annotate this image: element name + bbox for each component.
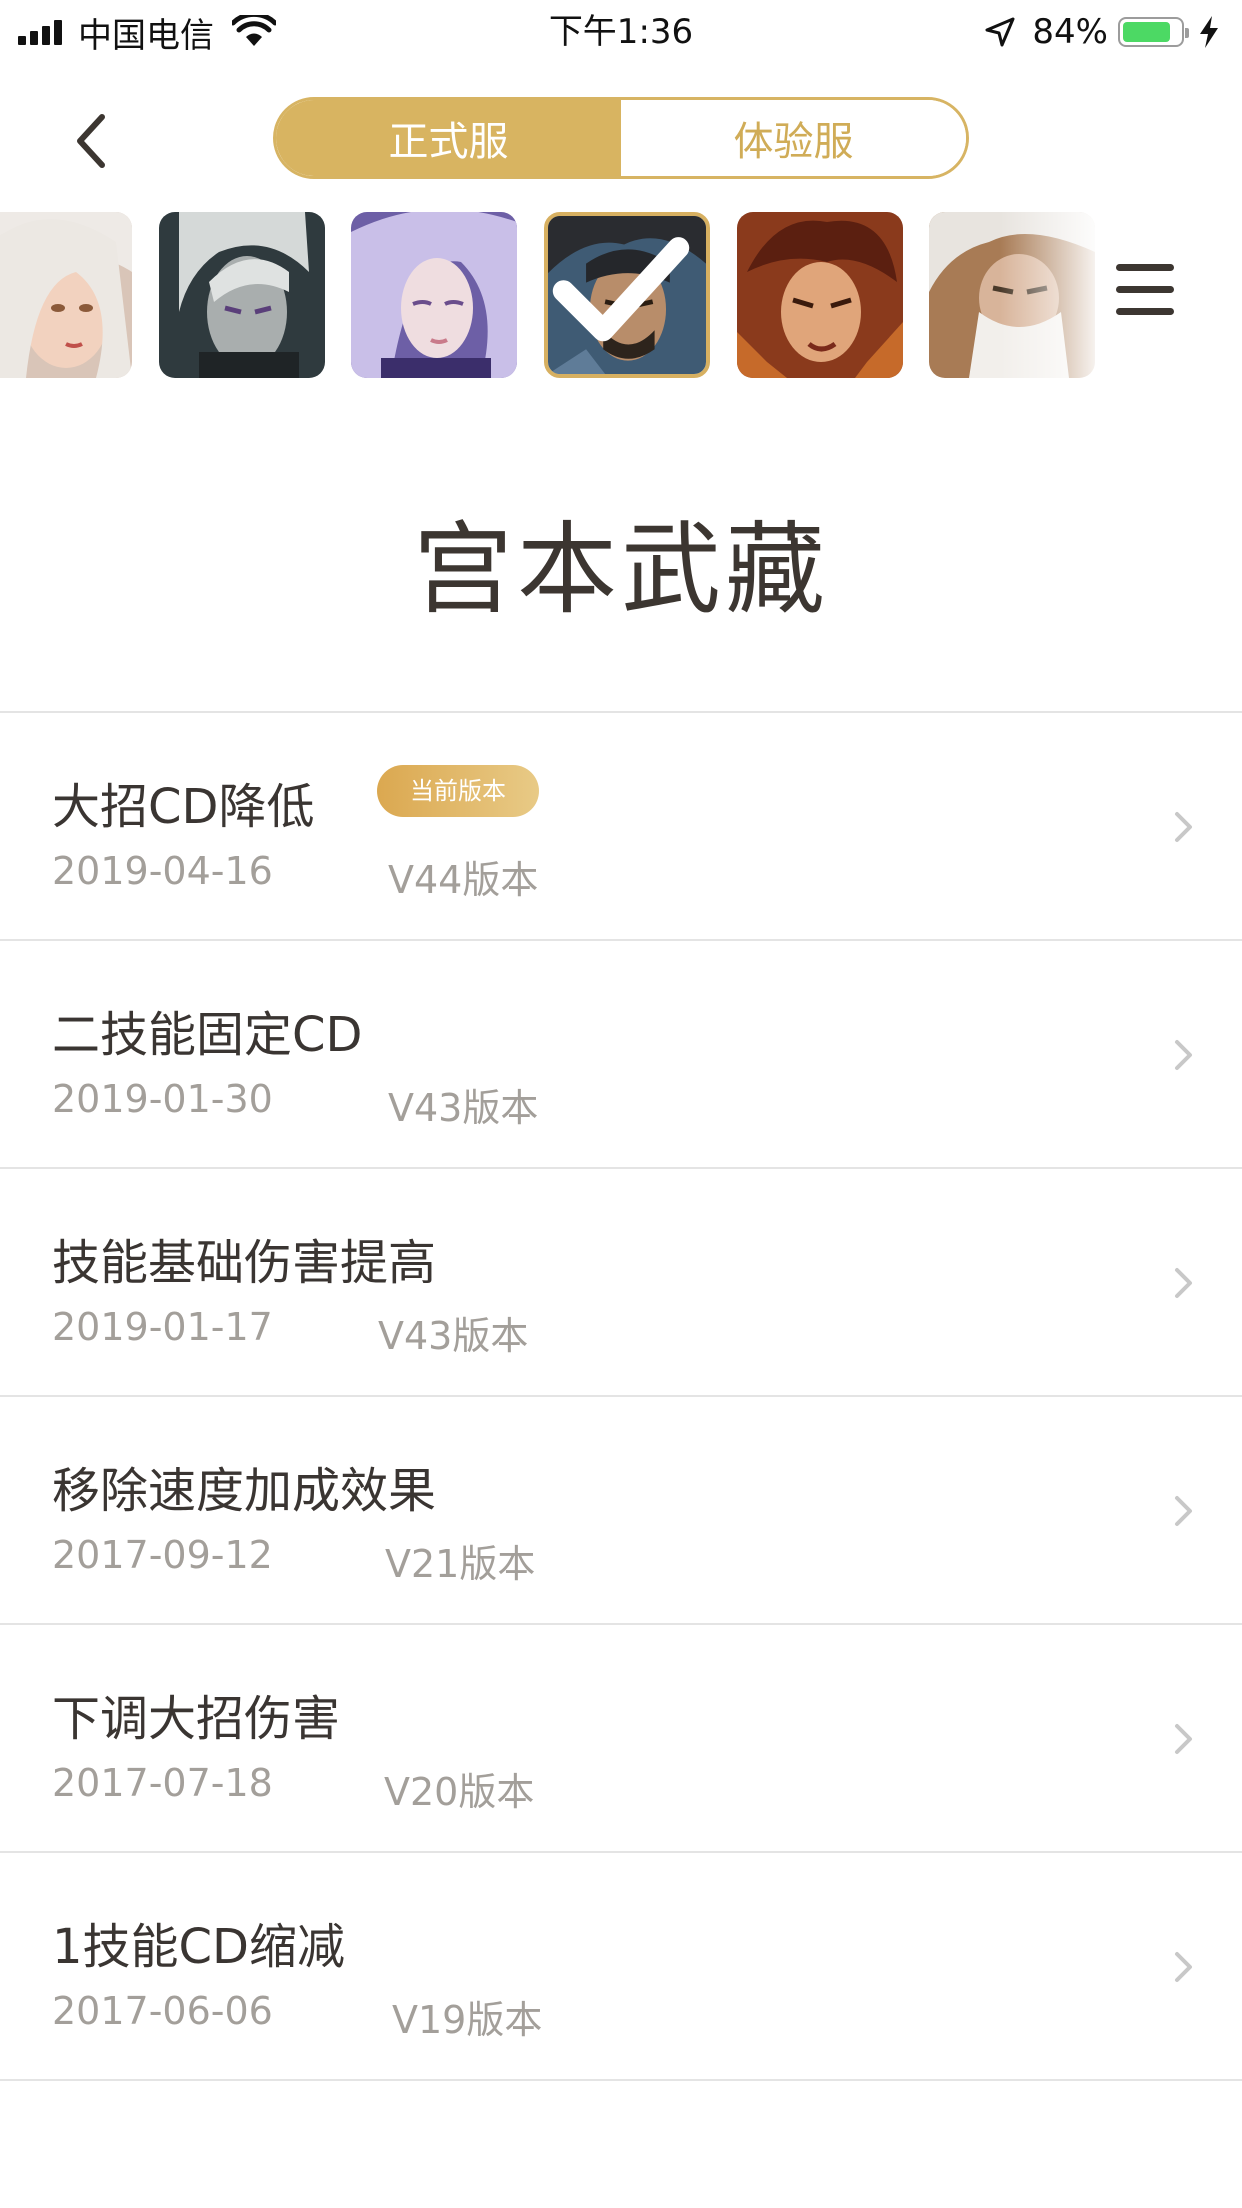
tab-official-server[interactable]: 正式服 <box>276 100 621 176</box>
hero-portrait <box>351 212 517 378</box>
hero-avatar[interactable] <box>929 212 1095 378</box>
hero-avatar[interactable] <box>0 212 132 378</box>
change-title: 技能基础伤害提高 <box>52 1235 437 1291</box>
chevron-right-icon <box>1175 1724 1192 1754</box>
change-date: 2019-01-30 <box>52 1077 273 1121</box>
chevron-right-icon <box>1175 1040 1192 1070</box>
hero-avatar[interactable] <box>351 212 517 378</box>
tab-test-server[interactable]: 体验服 <box>621 100 966 176</box>
charging-icon <box>1200 16 1218 48</box>
hero-avatar-selected[interactable] <box>544 212 710 378</box>
hero-avatar[interactable] <box>159 212 325 378</box>
list-item[interactable]: 移除速度加成效果 2017-09-12 V21版本 <box>0 1397 1242 1625</box>
change-version: V44版本 <box>388 858 539 902</box>
chevron-right-icon <box>1175 812 1192 842</box>
change-version: V20版本 <box>384 1770 535 1814</box>
status-bar: 中国电信 下午1:36 84% <box>0 0 1242 64</box>
change-version: V43版本 <box>378 1314 529 1358</box>
list-item[interactable]: 大招CD降低 当前版本 2019-04-16 V44版本 <box>0 713 1242 941</box>
change-title: 1技能CD缩减 <box>52 1919 346 1975</box>
current-version-badge: 当前版本 <box>377 765 539 817</box>
location-icon <box>985 17 1015 47</box>
back-button[interactable] <box>62 106 122 176</box>
hero-portrait <box>929 212 1095 378</box>
change-version: V19版本 <box>392 1998 543 2042</box>
list-item[interactable]: 技能基础伤害提高 2019-01-17 V43版本 <box>0 1169 1242 1397</box>
hamburger-menu-icon[interactable] <box>1114 258 1178 322</box>
hero-portrait <box>0 212 132 378</box>
change-title: 下调大招伤害 <box>52 1691 341 1747</box>
change-date: 2017-09-12 <box>52 1533 273 1577</box>
server-switch: 正式服 体验服 <box>273 97 969 179</box>
status-time: 下午1:36 <box>548 12 694 52</box>
list-item[interactable]: 二技能固定CD 2019-01-30 V43版本 <box>0 941 1242 1169</box>
status-bar-left: 中国电信 <box>18 8 276 56</box>
change-list: 大招CD降低 当前版本 2019-04-16 V44版本 二技能固定CD 201… <box>0 711 1242 2081</box>
battery-percent: 84% <box>1032 12 1108 52</box>
list-item[interactable]: 1技能CD缩减 2017-06-06 V19版本 <box>0 1853 1242 2081</box>
change-date: 2019-04-16 <box>52 849 273 893</box>
carrier-name: 中国电信 <box>78 15 214 56</box>
selected-check-icon <box>552 237 690 342</box>
hero-avatar[interactable] <box>737 212 903 378</box>
change-title: 大招CD降低 <box>52 779 315 835</box>
status-bar-right: 84% <box>984 8 1220 56</box>
chevron-right-icon <box>1175 1268 1192 1298</box>
change-title: 移除速度加成效果 <box>52 1463 437 1519</box>
wifi-icon <box>232 15 276 46</box>
chevron-right-icon <box>1175 1496 1192 1526</box>
page-title: 宫本武藏 <box>413 511 829 628</box>
change-title: 二技能固定CD <box>52 1007 363 1063</box>
change-version: V43版本 <box>388 1086 539 1130</box>
hero-portrait <box>737 212 903 378</box>
change-date: 2017-06-06 <box>52 1989 273 2033</box>
change-version: V21版本 <box>385 1542 536 1586</box>
list-item[interactable]: 下调大招伤害 2017-07-18 V20版本 <box>0 1625 1242 1853</box>
signal-icon <box>18 19 66 45</box>
chevron-right-icon <box>1175 1952 1192 1982</box>
change-date: 2017-07-18 <box>52 1761 273 1805</box>
change-date: 2019-01-17 <box>52 1305 273 1349</box>
battery-icon <box>1118 17 1189 47</box>
hero-avatar-strip <box>0 212 1100 378</box>
chevron-left-icon <box>77 114 105 168</box>
hero-portrait <box>159 212 325 378</box>
battery-level <box>1123 22 1170 42</box>
